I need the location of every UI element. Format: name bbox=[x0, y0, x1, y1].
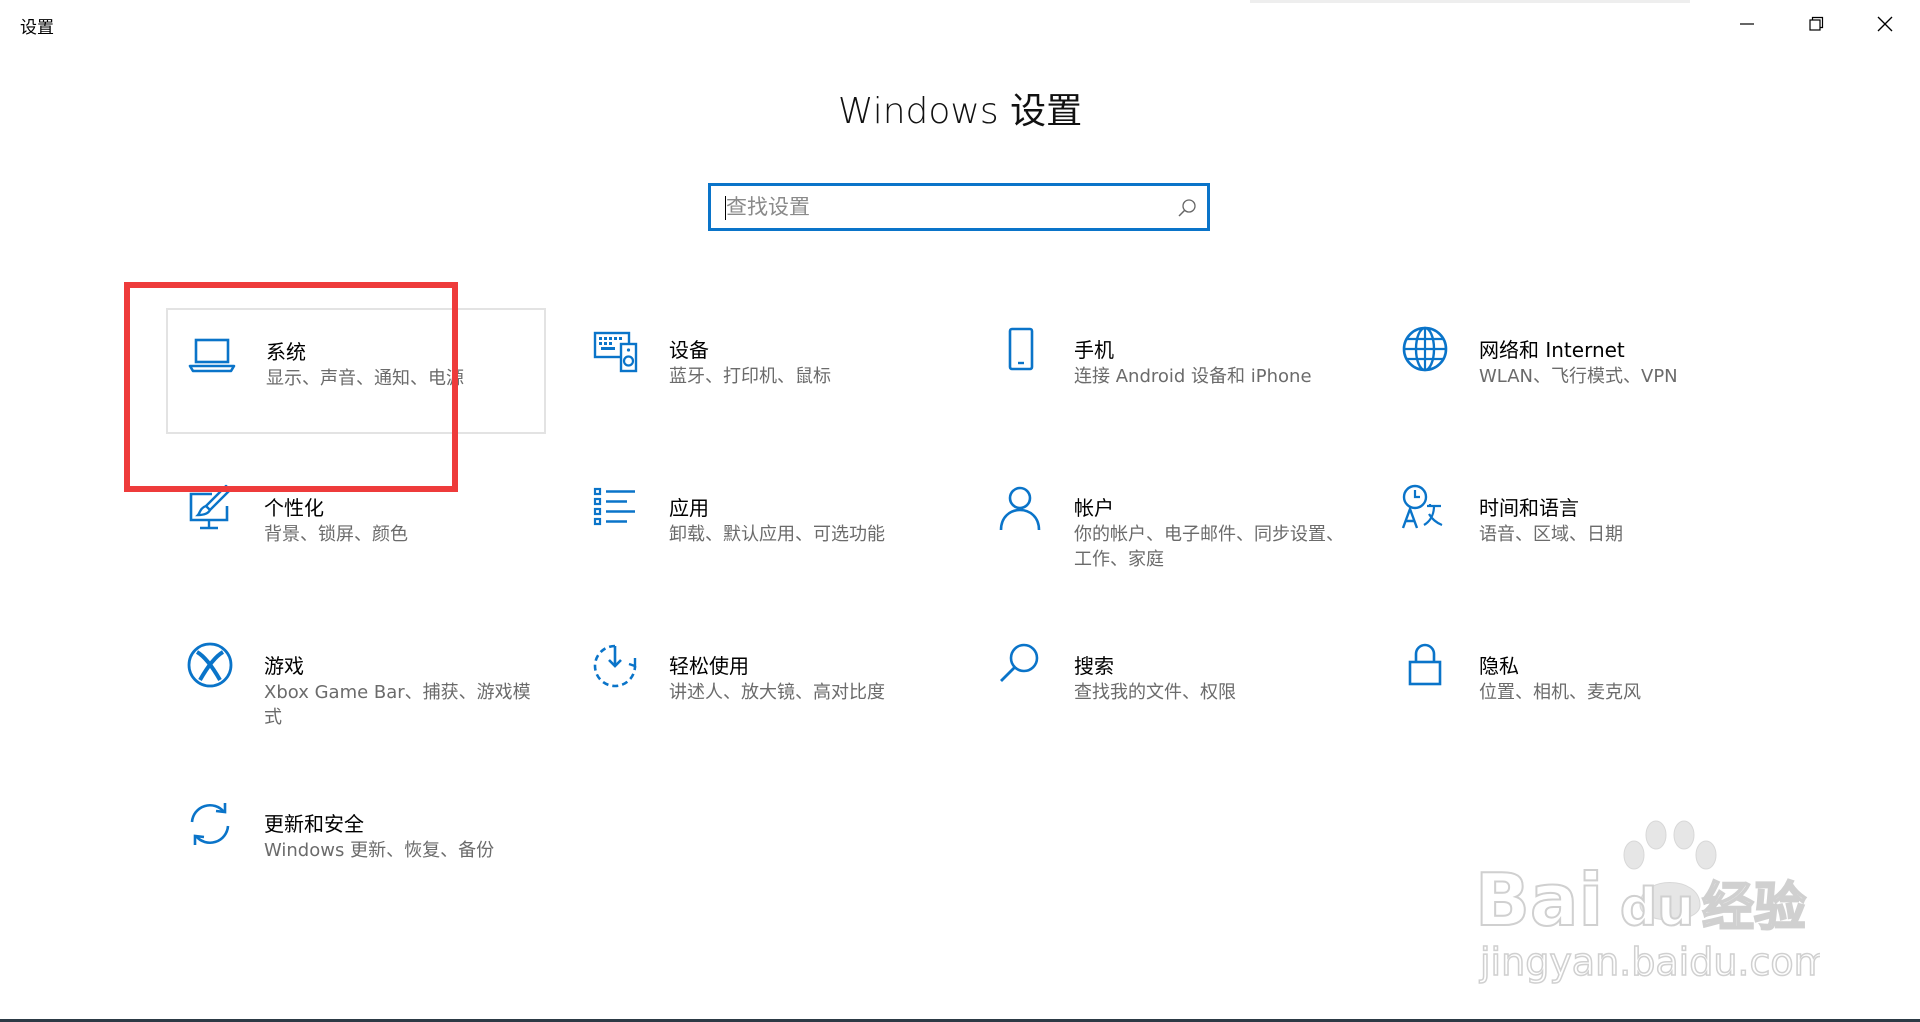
page-title: Windows 设置 bbox=[837, 91, 1083, 132]
tile-name: 设备 bbox=[669, 338, 709, 362]
tile-description: 蓝牙、打印机、鼠标 bbox=[669, 366, 831, 387]
tile-update-security[interactable]: 更新和安全 Windows 更新、恢复、备份 bbox=[166, 782, 546, 908]
search-icon[interactable] bbox=[1177, 198, 1197, 218]
xbox-icon bbox=[187, 642, 233, 688]
ease-of-access-icon bbox=[593, 644, 637, 688]
title-bar: 设置 bbox=[0, 0, 1920, 48]
search-input[interactable] bbox=[726, 192, 1146, 222]
close-button[interactable] bbox=[1850, 0, 1920, 48]
tile-phone[interactable]: 手机 连接 Android 设备和 iPhone bbox=[976, 308, 1356, 434]
highlight-box bbox=[124, 282, 458, 492]
minimize-icon bbox=[1740, 23, 1754, 25]
tile-description: Windows 更新、恢复、备份 bbox=[264, 840, 495, 861]
tile-network[interactable]: 网络和 Internet WLAN、飞行模式、VPN bbox=[1381, 308, 1761, 434]
apps-list-icon bbox=[593, 487, 635, 526]
lock-icon bbox=[1408, 643, 1442, 686]
search-icon bbox=[1000, 643, 1039, 682]
tile-description: 连接 Android 设备和 iPhone bbox=[1074, 366, 1312, 387]
tile-name: 个性化 bbox=[264, 496, 324, 520]
search-box[interactable] bbox=[708, 183, 1210, 231]
tile-name: 隐私 bbox=[1479, 654, 1519, 678]
tile-description: 背景、锁屏、颜色 bbox=[264, 524, 408, 545]
tile-description: WLAN、飞行模式、VPN bbox=[1479, 366, 1678, 387]
person-icon bbox=[999, 486, 1041, 531]
tile-devices[interactable]: 设备 蓝牙、打印机、鼠标 bbox=[571, 308, 951, 434]
text-caret bbox=[725, 196, 726, 220]
svg-text:Bai: Bai bbox=[1475, 858, 1603, 942]
restore-icon bbox=[1809, 16, 1824, 31]
update-icon bbox=[190, 803, 230, 845]
restore-button[interactable] bbox=[1781, 0, 1851, 48]
tile-apps[interactable]: 应用 卸载、默认应用、可选功能 bbox=[571, 466, 951, 592]
tile-privacy[interactable]: 隐私 位置、相机、麦克风 bbox=[1381, 624, 1761, 750]
globe-icon bbox=[1402, 326, 1448, 372]
tile-description: 语音、区域、日期 bbox=[1479, 524, 1623, 545]
tile-name: 更新和安全 bbox=[264, 812, 364, 836]
phone-icon bbox=[1008, 327, 1034, 371]
svg-text:du: du bbox=[1620, 878, 1694, 938]
tile-name: 搜索 bbox=[1074, 654, 1114, 678]
minimize-button[interactable] bbox=[1712, 0, 1782, 48]
tile-name: 时间和语言 bbox=[1479, 496, 1579, 520]
close-icon bbox=[1877, 16, 1893, 32]
tile-description: 位置、相机、麦克风 bbox=[1479, 682, 1641, 703]
tile-time-language[interactable]: 时间和语言 语音、区域、日期 bbox=[1381, 466, 1761, 592]
svg-text:jingyan.baidu.com: jingyan.baidu.com bbox=[1479, 940, 1820, 984]
tile-description: 查找我的文件、权限 bbox=[1074, 682, 1236, 703]
tile-name: 手机 bbox=[1074, 338, 1114, 362]
tile-name: 应用 bbox=[669, 496, 709, 520]
tile-ease-of-access[interactable]: 轻松使用 讲述人、放大镜、高对比度 bbox=[571, 624, 951, 750]
tile-name: 网络和 Internet bbox=[1479, 338, 1625, 362]
tile-description: 你的帐户、电子邮件、同步设置、工作、家庭 bbox=[1074, 524, 1344, 570]
tile-description: 讲述人、放大镜、高对比度 bbox=[669, 682, 885, 703]
tile-search[interactable]: 搜索 查找我的文件、权限 bbox=[976, 624, 1356, 750]
tile-name: 轻松使用 bbox=[669, 654, 749, 678]
devices-icon bbox=[593, 331, 638, 373]
baidu-watermark: Bai du 经验 jingyan.baidu.com bbox=[1474, 820, 1820, 985]
tile-description: Xbox Game Bar、捕获、游戏模式 bbox=[264, 682, 531, 728]
tile-accounts[interactable]: 帐户 你的帐户、电子邮件、同步设置、工作、家庭 bbox=[976, 466, 1356, 592]
svg-text:经验: 经验 bbox=[1702, 878, 1806, 938]
background-window-edge bbox=[1250, 0, 1690, 3]
time-language-icon bbox=[1401, 484, 1443, 529]
tile-gaming[interactable]: 游戏 Xbox Game Bar、捕获、游戏模式 bbox=[166, 624, 546, 750]
tile-name: 帐户 bbox=[1074, 496, 1114, 520]
tile-description: 卸载、默认应用、可选功能 bbox=[669, 524, 885, 545]
app-title: 设置 bbox=[20, 18, 54, 38]
tile-name: 游戏 bbox=[264, 654, 304, 678]
